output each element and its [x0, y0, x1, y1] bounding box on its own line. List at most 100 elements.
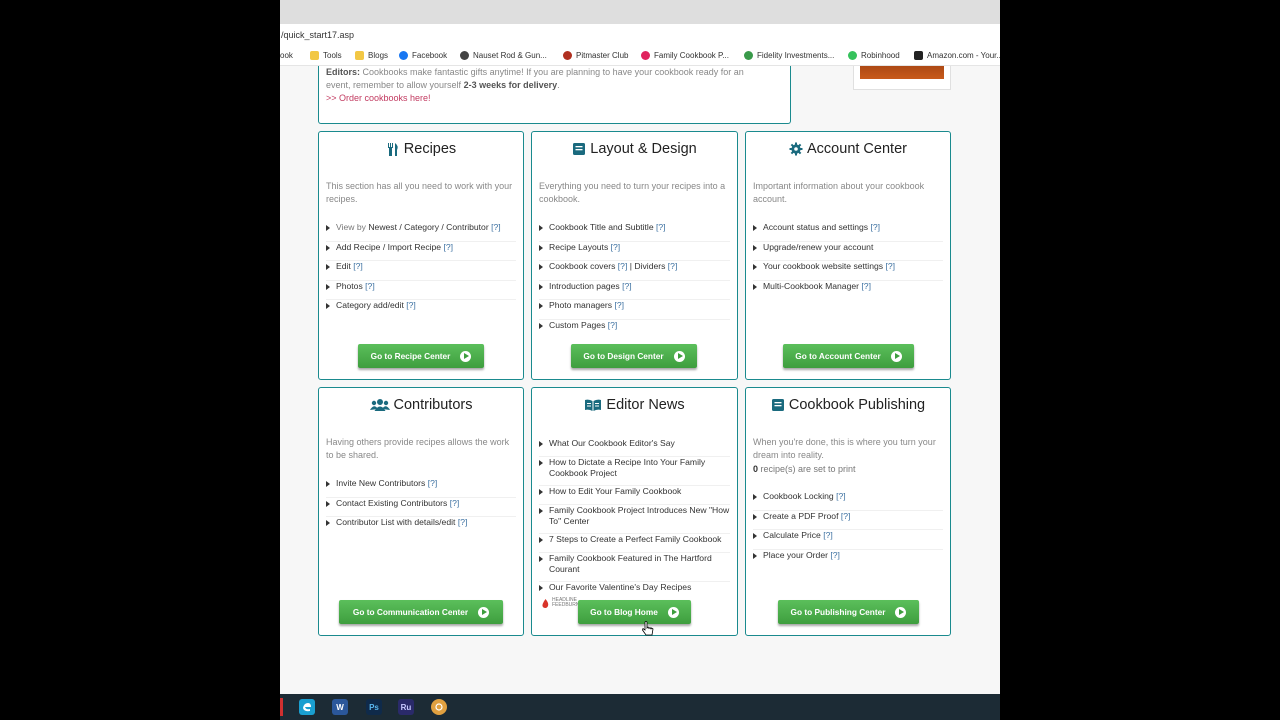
help-link[interactable]: [?]: [443, 242, 453, 252]
account-center-button[interactable]: Go to Account Center: [783, 344, 914, 368]
bookmark-label: Fidelity Investments...: [757, 51, 835, 60]
list-item[interactable]: Category add/edit [?]: [326, 300, 516, 320]
amazon-icon: [914, 51, 923, 60]
bookmark-label: Tools: [323, 51, 342, 60]
taskbar-app-word[interactable]: W: [332, 699, 348, 715]
news-item[interactable]: Family Cookbook Project Introduces New "…: [539, 505, 730, 534]
list-item[interactable]: Custom Pages [?]: [539, 320, 730, 340]
list-item-text: Contributor List with details/edit: [336, 517, 456, 527]
bookmark-item[interactable]: Fidelity Investments...: [744, 51, 834, 60]
list-item[interactable]: Cookbook Title and Subtitle [?]: [539, 222, 730, 242]
help-link[interactable]: [?]: [611, 242, 621, 252]
list-item[interactable]: View by Newest / Category / Contributor …: [326, 222, 516, 242]
help-link[interactable]: [?]: [618, 261, 628, 271]
address-bar[interactable]: /quick_start17.asp: [280, 24, 1000, 46]
help-link[interactable]: [?]: [450, 498, 460, 508]
news-item[interactable]: Family Cookbook Featured in The Hartford…: [539, 553, 730, 582]
list-item[interactable]: Multi-Cookbook Manager [?]: [753, 281, 943, 301]
list-item[interactable]: Photos [?]: [326, 281, 516, 300]
help-link[interactable]: [?]: [861, 281, 871, 291]
publishing-card: Cookbook Publishing When you're done, th…: [745, 387, 951, 636]
list-item[interactable]: Photo managers [?]: [539, 300, 730, 320]
list-item[interactable]: Introduction pages [?]: [539, 281, 730, 300]
list-item[interactable]: Your cookbook website settings [?]: [753, 261, 943, 281]
list-item[interactable]: Contributor List with details/edit [?]: [326, 517, 516, 537]
list-item[interactable]: Calculate Price [?]: [753, 530, 943, 550]
news-item[interactable]: How to Edit Your Family Cookbook: [539, 486, 730, 505]
folder-icon: [310, 51, 319, 60]
publishing-center-button[interactable]: Go to Publishing Center: [778, 600, 919, 624]
list-item[interactable]: Invite New Contributors [?]: [326, 478, 516, 498]
list-item[interactable]: Recipe Layouts [?]: [539, 241, 730, 261]
gear-icon: [789, 142, 803, 156]
feedburner-badge[interactable]: HEADLINE FEEDBURNER: [541, 598, 586, 608]
bookmark-label: Blogs: [368, 51, 389, 60]
list-item-text: Calculate Price: [763, 530, 821, 540]
help-link[interactable]: [?]: [871, 222, 881, 232]
help-link[interactable]: [?]: [491, 222, 501, 232]
thumbnail-image: [860, 66, 944, 79]
list-item[interactable]: Cookbook Locking [?]: [753, 491, 943, 511]
blog-home-button[interactable]: Go to Blog Home: [578, 600, 691, 624]
card-title-text: Editor News: [606, 397, 685, 413]
taskbar-app-rush[interactable]: Ru: [398, 699, 414, 715]
order-cookbooks-link[interactable]: >> Order cookbooks here!: [326, 92, 783, 105]
help-link[interactable]: [?]: [836, 491, 846, 501]
editor-note-text: event, remember to allow yourself: [326, 80, 462, 90]
bookmark-item[interactable]: Tools: [310, 51, 342, 60]
bookmark-item[interactable]: Blogs: [355, 51, 388, 60]
design-center-button[interactable]: Go to Design Center: [571, 344, 697, 368]
help-link[interactable]: [?]: [428, 478, 438, 488]
list-item[interactable]: Upgrade/renew your account: [753, 242, 943, 261]
help-link[interactable]: [?]: [823, 530, 833, 540]
taskbar-app-edge[interactable]: [299, 699, 315, 715]
help-link[interactable]: [?]: [614, 300, 624, 310]
help-link[interactable]: [?]: [885, 261, 895, 271]
list-item[interactable]: Place your Order [?]: [753, 550, 943, 570]
bookmark-item[interactable]: Family Cookbook P...: [641, 51, 729, 60]
list-item[interactable]: Cookbook covers [?] | Dividers [?]: [539, 261, 730, 281]
bookmark-item[interactable]: Amazon.com - Your...: [914, 51, 1000, 60]
arrow-right-icon: [460, 350, 472, 362]
list-item[interactable]: Add Recipe / Import Recipe [?]: [326, 242, 516, 261]
list-item[interactable]: Create a PDF Proof [?]: [753, 511, 943, 530]
list-item[interactable]: Contact Existing Contributors [?]: [326, 498, 516, 517]
list-item[interactable]: Account status and settings [?]: [753, 222, 943, 242]
communication-center-button[interactable]: Go to Communication Center: [339, 600, 503, 624]
taskbar-app-photoshop[interactable]: Ps: [366, 699, 382, 715]
news-item[interactable]: Our Favorite Valentine's Day Recipes: [539, 582, 730, 597]
list-item-text: Newest / Category / Contributor: [368, 222, 489, 232]
contributors-title: Contributors: [319, 397, 523, 413]
help-link[interactable]: [?]: [406, 300, 416, 310]
bookmark-item[interactable]: Nauset Rod & Gun...: [460, 51, 547, 60]
help-link[interactable]: [?]: [608, 320, 618, 330]
list-item-text: Cookbook covers: [549, 261, 616, 271]
help-link[interactable]: [?]: [353, 261, 363, 271]
bookmark-item[interactable]: Pitmaster Club: [563, 51, 628, 60]
help-link[interactable]: [?]: [830, 550, 840, 560]
print-count: 0 recipe(s) are set to print: [753, 463, 943, 476]
list-item-text: Recipe Layouts: [549, 241, 609, 252]
bookmark-item[interactable]: ook: [280, 51, 293, 60]
help-link[interactable]: [?]: [458, 517, 468, 527]
word-icon: W: [336, 702, 344, 712]
help-link[interactable]: [?]: [668, 261, 678, 271]
button-label: Go to Publishing Center: [790, 607, 886, 617]
list-item[interactable]: Edit [?]: [326, 261, 516, 281]
help-link[interactable]: [?]: [841, 511, 851, 521]
recipe-center-button[interactable]: Go to Recipe Center: [358, 344, 484, 368]
help-link[interactable]: [?]: [656, 222, 666, 232]
bookmark-label: Family Cookbook P...: [654, 51, 729, 60]
list-item-text: Custom Pages: [549, 319, 606, 330]
news-item[interactable]: How to Dictate a Recipe Into Your Family…: [539, 457, 730, 486]
help-link[interactable]: [?]: [365, 281, 375, 291]
bookmark-item[interactable]: Facebook: [399, 51, 447, 60]
bookmark-item[interactable]: Robinhood: [848, 51, 900, 60]
taskbar-app-misc[interactable]: [431, 699, 447, 715]
editor-note-line1: Editors: Cookbooks make fantastic gifts …: [326, 66, 783, 79]
list-item-text: Multi-Cookbook Manager: [763, 280, 860, 291]
news-item[interactable]: 7 Steps to Create a Perfect Family Cookb…: [539, 534, 730, 553]
news-item[interactable]: What Our Cookbook Editor's Say: [539, 438, 730, 457]
help-link[interactable]: [?]: [622, 281, 632, 291]
list-item-prefix: View by: [336, 222, 369, 232]
